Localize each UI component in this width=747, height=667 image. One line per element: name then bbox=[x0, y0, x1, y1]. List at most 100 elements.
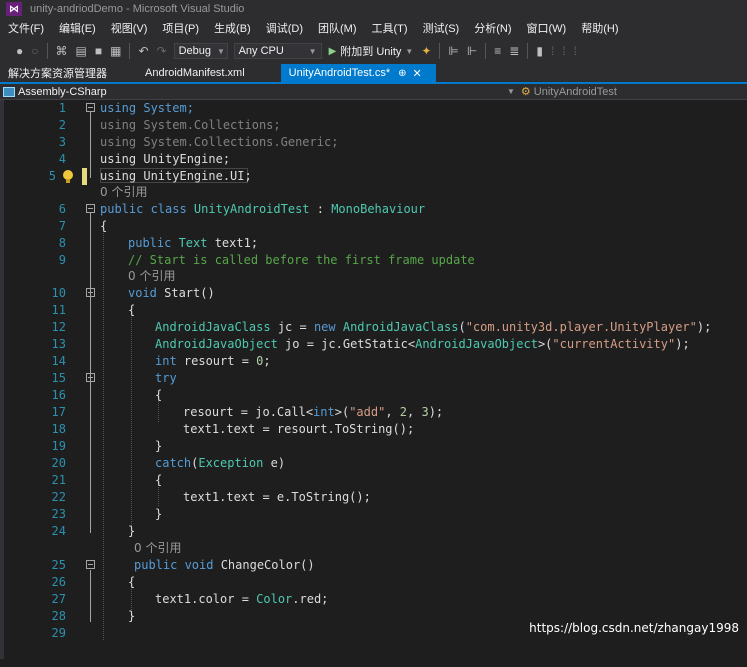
code-text: resourt = jo.Call<int>("add", 2, 3); bbox=[183, 405, 444, 419]
toolbar: ● ○ ⌘ ▤ ■ ▦ ↶ ↷ Debug ▼ Any CPU ▼ ▶ 附加到 … bbox=[0, 38, 747, 64]
navigation-bar: Assembly-CSharp ▼ ⚙ UnityAndroidTest bbox=[0, 84, 747, 100]
code-editor[interactable]: 1 using System; 2 using System.Collectio… bbox=[0, 100, 747, 659]
code-line: 20 catch(Exception e) bbox=[0, 455, 747, 472]
code-text: { bbox=[100, 219, 108, 233]
code-line: 11 { bbox=[0, 302, 747, 319]
references-codelens[interactable]: 0 个引用 bbox=[134, 540, 181, 557]
pin-icon[interactable]: ⊕ bbox=[398, 68, 406, 79]
menu-analyze[interactable]: 分析(N) bbox=[466, 20, 518, 36]
close-icon[interactable]: ✕ bbox=[413, 67, 422, 80]
project-dropdown[interactable]: Assembly-CSharp bbox=[0, 86, 507, 98]
menu-edit[interactable]: 编辑(E) bbox=[51, 20, 103, 36]
line-number: 13 bbox=[51, 337, 66, 351]
menu-help[interactable]: 帮助(H) bbox=[573, 20, 625, 36]
type-dropdown[interactable]: ▼ ⚙ UnityAndroidTest bbox=[507, 85, 617, 99]
title-bar: ⋈ unity-andriodDemo - Microsoft Visual S… bbox=[0, 0, 747, 18]
code-text: try bbox=[155, 371, 177, 385]
code-text: catch(Exception e) bbox=[155, 456, 286, 470]
redo-icon[interactable]: ↷ bbox=[157, 44, 167, 58]
tab-solution-explorer[interactable]: 解决方案资源管理器 bbox=[0, 64, 137, 82]
uncomment-icon[interactable]: ≣ bbox=[509, 44, 519, 58]
collapse-icon[interactable] bbox=[86, 288, 95, 297]
code-text: using System.Collections; bbox=[100, 118, 281, 132]
line-number: 26 bbox=[51, 575, 66, 589]
line-number: 29 bbox=[51, 626, 66, 640]
comment-icon[interactable]: ≡ bbox=[494, 44, 501, 58]
code-line: 24 } bbox=[0, 523, 747, 540]
bookmark-prev-icon[interactable]: ⁞ bbox=[551, 44, 554, 58]
menu-debug[interactable]: 调试(D) bbox=[258, 20, 310, 36]
references-codelens[interactable]: 0 个引用 bbox=[100, 184, 147, 201]
tab-unity-android-test[interactable]: UnityAndroidTest.cs* ⊕ ✕ bbox=[280, 64, 436, 82]
code-text: { bbox=[155, 388, 163, 402]
code-text: using UnityEngine.UI; bbox=[100, 169, 252, 183]
line-number: 20 bbox=[51, 456, 66, 470]
line-number: 21 bbox=[51, 473, 66, 487]
menu-test[interactable]: 测试(S) bbox=[415, 20, 467, 36]
line-number: 9 bbox=[58, 253, 66, 267]
code-text: void Start() bbox=[128, 286, 215, 300]
collapse-icon[interactable] bbox=[86, 373, 95, 382]
line-number: 6 bbox=[58, 202, 66, 216]
menu-team[interactable]: 团队(M) bbox=[310, 20, 364, 36]
bookmark-next-icon[interactable]: ⁞ bbox=[562, 44, 565, 58]
code-text: int resourt = 0; bbox=[155, 354, 271, 368]
collapse-icon[interactable] bbox=[86, 560, 95, 569]
open-file-icon[interactable]: ▤ bbox=[76, 44, 87, 58]
code-text: text1.text = resourt.ToString(); bbox=[183, 422, 415, 436]
class-icon: ⚙ bbox=[520, 86, 531, 98]
code-line: 10 void Start() bbox=[0, 285, 747, 302]
code-line: 18 text1.text = resourt.ToString(); bbox=[0, 421, 747, 438]
new-project-icon[interactable]: ⌘ bbox=[56, 44, 68, 58]
solution-config-select[interactable]: Debug ▼ bbox=[173, 43, 228, 59]
forward-icon[interactable]: ○ bbox=[31, 44, 38, 58]
bookmark-icon[interactable]: ⊫ bbox=[448, 44, 458, 58]
indent-icon[interactable]: ⊩ bbox=[467, 44, 477, 58]
code-text: text1.text = e.ToString(); bbox=[183, 490, 371, 504]
menu-build[interactable]: 生成(B) bbox=[206, 20, 258, 36]
code-line: 22 text1.text = e.ToString(); bbox=[0, 489, 747, 506]
watermark-url: https://blog.csdn.net/zhangay1998 bbox=[529, 621, 739, 635]
line-number: 22 bbox=[51, 490, 66, 504]
bookmark-toggle-icon[interactable]: ▮ bbox=[536, 44, 543, 58]
platform-select[interactable]: Any CPU ▼ bbox=[233, 43, 322, 59]
bookmark-clear-icon[interactable]: ⁞ bbox=[574, 44, 577, 58]
back-icon[interactable]: ● bbox=[16, 44, 23, 58]
references-codelens[interactable]: 0 个引用 bbox=[128, 268, 175, 285]
collapse-icon[interactable] bbox=[86, 103, 95, 112]
menu-tools[interactable]: 工具(T) bbox=[364, 20, 415, 36]
undo-icon[interactable]: ↶ bbox=[138, 44, 148, 58]
code-line: 16 { bbox=[0, 387, 747, 404]
line-number: 16 bbox=[51, 388, 66, 402]
chevron-down-icon: ▼ bbox=[507, 87, 515, 96]
line-number: 19 bbox=[51, 439, 66, 453]
browser-link-icon[interactable]: ✦ bbox=[421, 44, 431, 58]
line-number: 18 bbox=[51, 422, 66, 436]
menu-file[interactable]: 文件(F) bbox=[0, 20, 51, 36]
attach-unity-label: 附加到 Unity bbox=[340, 46, 402, 58]
code-line: 21 { bbox=[0, 472, 747, 489]
code-text: text1.color = Color.red; bbox=[155, 592, 329, 606]
code-text: { bbox=[128, 575, 136, 589]
menu-window[interactable]: 窗口(W) bbox=[519, 20, 574, 36]
save-all-icon[interactable]: ▦ bbox=[110, 44, 121, 58]
code-line: 9 // Start is called before the first fr… bbox=[0, 252, 747, 269]
attach-unity-button[interactable]: ▶ 附加到 Unity ▼ bbox=[329, 43, 414, 59]
lightbulb-icon[interactable] bbox=[62, 170, 74, 183]
menu-view[interactable]: 视图(V) bbox=[103, 20, 155, 36]
line-number: 3 bbox=[58, 135, 66, 149]
class-name: UnityAndroidTest bbox=[533, 85, 617, 98]
code-text: AndroidJavaClass jc = new AndroidJavaCla… bbox=[155, 320, 712, 334]
code-line: 26 { bbox=[0, 574, 747, 591]
line-number: 28 bbox=[51, 609, 66, 623]
code-line: 1 using System; bbox=[0, 100, 747, 117]
line-number: 25 bbox=[51, 558, 66, 572]
collapse-icon[interactable] bbox=[86, 204, 95, 213]
visual-studio-logo-icon: ⋈ bbox=[6, 2, 22, 16]
menu-project[interactable]: 项目(P) bbox=[154, 20, 206, 36]
tab-android-manifest[interactable]: AndroidManifest.xml bbox=[137, 64, 281, 82]
code-text: public Text text1; bbox=[128, 236, 259, 250]
line-number: 8 bbox=[58, 236, 66, 250]
save-icon[interactable]: ■ bbox=[95, 44, 102, 58]
code-text: using UnityEngine; bbox=[100, 152, 231, 166]
